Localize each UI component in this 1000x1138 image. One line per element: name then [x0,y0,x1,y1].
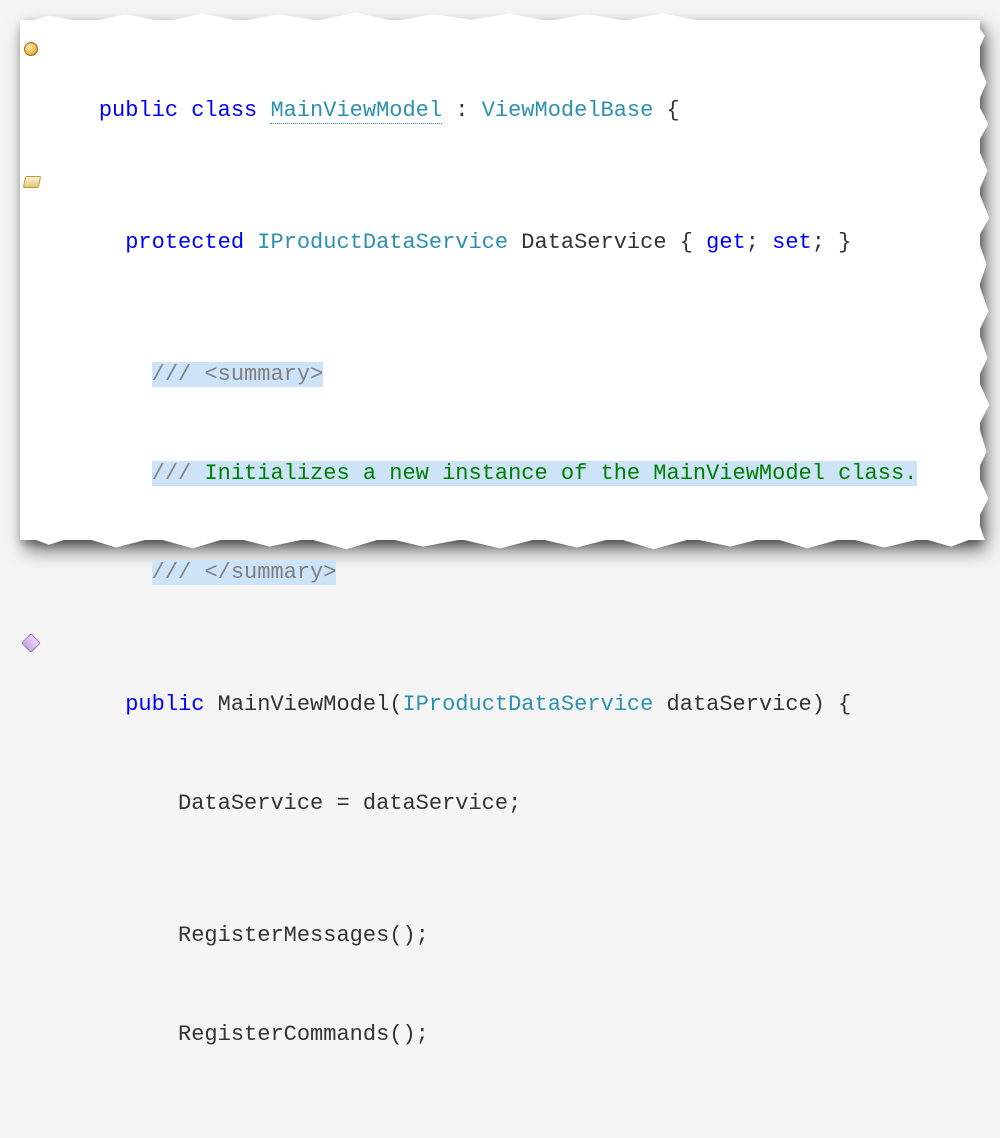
property-name: DataService { [508,230,706,255]
code-line-9[interactable] [46,853,976,886]
class-icon [24,34,42,52]
code-line-2[interactable]: protected IProductDataService DataServic… [46,160,976,292]
indent [99,1022,178,1047]
param-type: IProductDataService [402,692,653,717]
keyword-set: set [772,230,812,255]
type-iproductdataservice: IProductDataService [257,230,508,255]
code-editor[interactable]: public class MainViewModel : ViewModelBa… [20,20,980,540]
ctor-name: MainViewModel( [204,692,402,717]
keyword-public: public [99,98,178,123]
indent [99,560,152,585]
separator: : [442,98,482,123]
keyword-protected: protected [125,230,244,255]
keyword-public: public [125,692,204,717]
xml-slashes: /// [152,362,205,387]
code-line-11[interactable]: RegisterCommands(); [46,985,976,1084]
indent [99,362,152,387]
xml-summary-close: </summary> [204,560,336,585]
param-name: dataService) { [653,692,851,717]
brace: { [653,98,679,123]
code-line-12[interactable] [46,1084,976,1117]
method-icon [24,628,42,646]
statement: RegisterCommands(); [178,1022,429,1047]
keyword-class: class [191,98,257,123]
keyword-get: get [706,230,746,255]
statement: DataService = dataService; [178,791,521,816]
code-line-8[interactable]: DataService = dataService; [46,754,976,853]
code-line-10[interactable]: RegisterMessages(); [46,886,976,985]
code-line-7[interactable]: public MainViewModel(IProductDataService… [46,622,976,754]
indent [99,230,125,255]
indent [99,461,152,486]
xml-slashes: /// [152,461,205,486]
xml-slashes: /// [152,560,205,585]
code-line-4[interactable]: /// <summary> [46,325,976,424]
indent [99,791,178,816]
statement: RegisterMessages(); [178,923,429,948]
class-name: MainViewModel [270,98,442,124]
code-line-3[interactable] [46,292,976,325]
sep: ; [746,230,772,255]
brace: ; } [812,230,852,255]
code-line-5[interactable]: /// Initializes a new instance of the Ma… [46,424,976,523]
indent [99,923,178,948]
torn-edge-top [20,10,980,24]
code-line-1[interactable]: public class MainViewModel : ViewModelBa… [46,28,976,160]
torn-edge-right [974,20,992,540]
base-type: ViewModelBase [482,98,654,123]
xml-summary-open: <summary> [204,362,323,387]
code-line-13[interactable]: IsMainBusy = new IsBusyModel(); [46,1117,976,1138]
xml-comment-text: Initializes a new instance of the MainVi… [204,461,917,486]
property-icon [24,166,42,184]
indent [99,692,125,717]
